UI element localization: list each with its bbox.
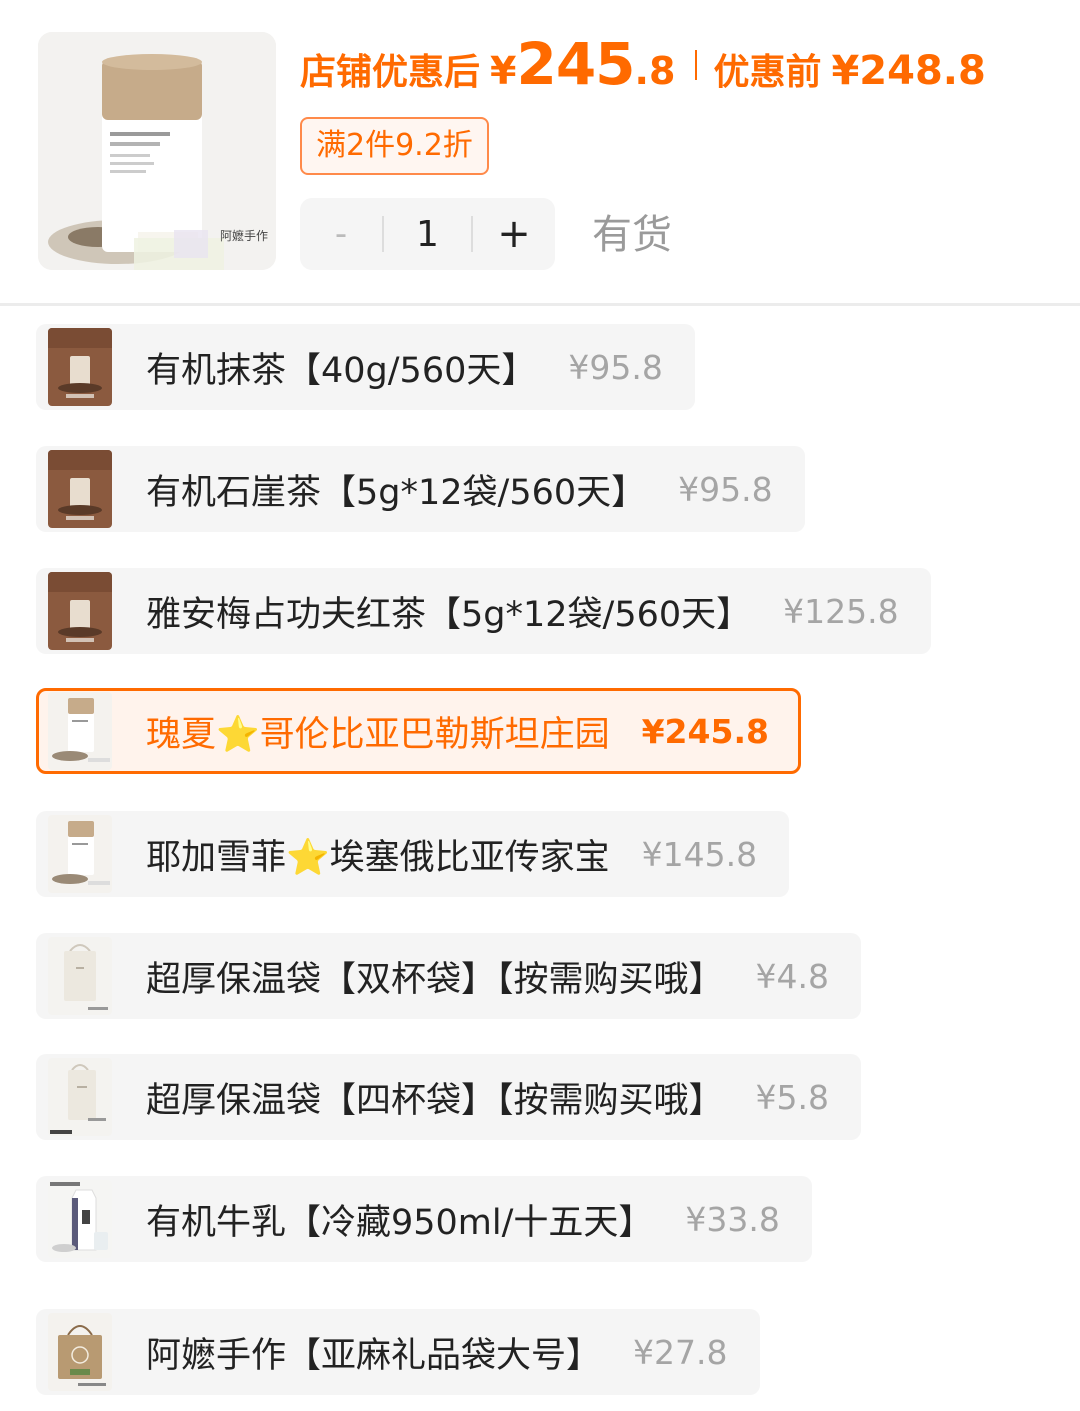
coffee-can-thumbnail bbox=[48, 815, 112, 893]
white-bag-thumbnail bbox=[48, 937, 112, 1015]
promo-tag: 满2件9.2折 bbox=[300, 117, 489, 175]
discount-price-decimal: .8 bbox=[634, 49, 676, 93]
linen-bag-thumbnail bbox=[48, 1313, 112, 1391]
option-price: ¥95.8 bbox=[678, 469, 773, 509]
option-item-organic-cliff-tea[interactable]: 有机石崖茶【5g*12袋/560天】 ¥95.8 bbox=[36, 446, 805, 532]
brown-cup-thumbnail bbox=[48, 328, 112, 406]
option-name: 超厚保温袋【四杯袋】【按需购买哦】 bbox=[146, 1080, 724, 1121]
option-price: ¥95.8 bbox=[568, 347, 663, 387]
discount-price-label: 店铺优惠后 bbox=[300, 52, 481, 93]
brown-cup-thumbnail bbox=[48, 450, 112, 528]
original-price-label: 优惠前 bbox=[713, 52, 822, 93]
brand-label: 阿嬷手作 bbox=[219, 229, 268, 243]
option-price: ¥4.8 bbox=[755, 956, 829, 996]
option-item-organic-milk[interactable]: 有机牛乳【冷藏950ml/十五天】 ¥33.8 bbox=[36, 1176, 812, 1262]
quantity-stepper: - 1 + bbox=[300, 198, 555, 270]
option-price: ¥125.8 bbox=[783, 591, 899, 631]
option-item-geisha-colombia-selected[interactable]: 瑰夏⭐哥伦比亚巴勒斯坦庄园 ¥245.8 bbox=[36, 688, 801, 774]
increase-button[interactable]: + bbox=[473, 198, 555, 270]
option-name: 耶加雪菲⭐埃塞俄比亚传家宝 bbox=[146, 837, 610, 878]
option-item-organic-matcha[interactable]: 有机抹茶【40g/560天】 ¥95.8 bbox=[36, 324, 695, 410]
decrease-button[interactable]: - bbox=[300, 198, 382, 270]
original-price: ¥248.8 bbox=[831, 48, 986, 94]
option-price: ¥145.8 bbox=[641, 834, 758, 874]
option-name: 有机牛乳【冷藏950ml/十五天】 bbox=[146, 1202, 654, 1243]
option-name: 瑰夏⭐哥伦比亚巴勒斯坦庄园 bbox=[146, 714, 610, 755]
option-price: ¥33.8 bbox=[685, 1199, 780, 1239]
coffee-can-thumbnail bbox=[48, 692, 112, 770]
option-name: 超厚保温袋【双杯袋】【按需购买哦】 bbox=[146, 959, 724, 1000]
option-name: 阿嬷手作【亚麻礼品袋大号】 bbox=[146, 1335, 602, 1376]
option-price: ¥245.8 bbox=[641, 711, 769, 751]
option-name: 有机石崖茶【5g*12袋/560天】 bbox=[146, 472, 647, 513]
discount-price-integer: 245 bbox=[516, 30, 635, 98]
option-item-linen-gift-bag[interactable]: 阿嬷手作【亚麻礼品袋大号】 ¥27.8 bbox=[36, 1309, 760, 1395]
quantity-value[interactable]: 1 bbox=[384, 214, 471, 255]
discount-price-currency: ¥ bbox=[490, 49, 517, 93]
price-line: 店铺优惠后 ¥ 245 .8 优惠前 ¥248.8 bbox=[300, 30, 986, 100]
product-image[interactable]: 阿嬷手作 bbox=[38, 32, 276, 270]
option-name: 雅安梅占功夫红茶【5g*12袋/560天】 bbox=[146, 594, 752, 635]
header-divider bbox=[0, 303, 1080, 306]
option-item-yirgacheffe[interactable]: 耶加雪菲⭐埃塞俄比亚传家宝 ¥145.8 bbox=[36, 811, 790, 897]
white-bag-thumbnail bbox=[48, 1058, 112, 1136]
option-item-insulated-bag-4cup[interactable]: 超厚保温袋【四杯袋】【按需购买哦】 ¥5.8 bbox=[36, 1054, 861, 1140]
option-price: ¥27.8 bbox=[633, 1332, 728, 1372]
option-item-black-tea[interactable]: 雅安梅占功夫红茶【5g*12袋/560天】 ¥125.8 bbox=[36, 568, 931, 654]
brown-cup-thumbnail bbox=[48, 572, 112, 650]
option-price: ¥5.8 bbox=[755, 1077, 829, 1117]
price-separator bbox=[695, 50, 698, 80]
option-name: 有机抹茶【40g/560天】 bbox=[146, 350, 537, 391]
option-item-insulated-bag-2cup[interactable]: 超厚保温袋【双杯袋】【按需购买哦】 ¥4.8 bbox=[36, 933, 861, 1019]
stock-status: 有货 bbox=[592, 212, 672, 258]
product-header: 阿嬷手作 店铺优惠后 ¥ 245 .8 优惠前 ¥248.8 满2件9.2折 -… bbox=[0, 0, 1080, 306]
milk-carton-thumbnail bbox=[48, 1180, 112, 1258]
